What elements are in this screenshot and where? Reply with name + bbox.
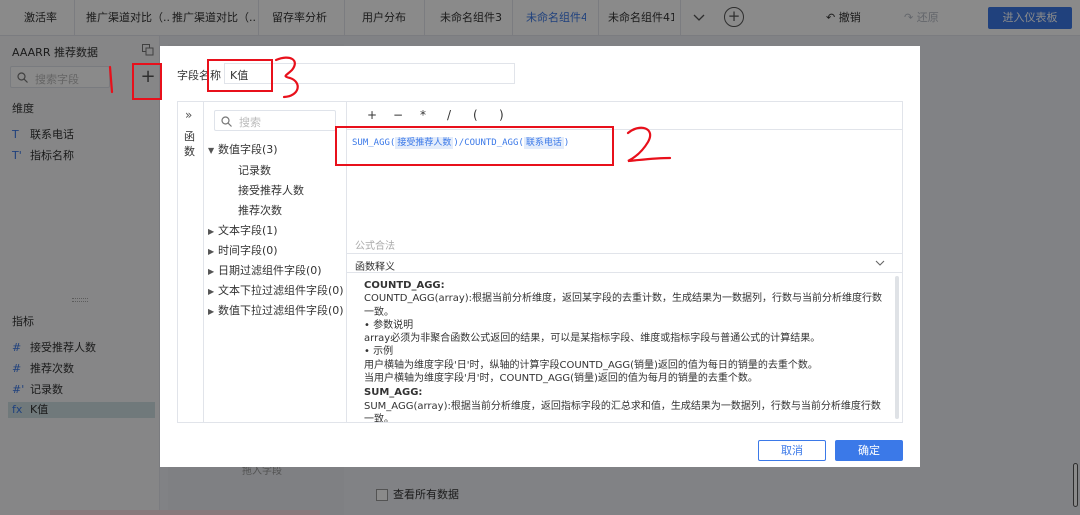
annotation-box-2 xyxy=(335,126,614,166)
function-help-header[interactable]: 函数释义 xyxy=(347,253,902,273)
help-scrollbar[interactable] xyxy=(895,276,899,419)
caret-right-icon: ▶ xyxy=(208,247,215,256)
function-tab-label: 函数 xyxy=(184,130,195,158)
help-text: 用户横轴为维度字段'日'时，纵轴的计算字段COUNTD_AGG(销量)返回的值为… xyxy=(364,359,818,371)
field-list-panel: 搜索 ▼ 数值字段(3) 记录数 接受推荐人数 推荐次数 ▶ 文本字段(1) ▶ 时间… xyxy=(204,102,347,422)
tree-field-item[interactable]: 接受推荐人数 xyxy=(238,182,304,198)
caret-down-icon: ▼ xyxy=(208,146,215,155)
tree-group-label: 数值字段(3) xyxy=(218,143,278,156)
formula-valid-status: 公式合法 xyxy=(355,241,395,252)
caret-right-icon: ▶ xyxy=(208,267,215,276)
tree-group-label: 数值下拉过滤组件字段(0) xyxy=(218,304,344,317)
add-field-dialog: 字段名称 K值 » 函数 搜索 ▼ 数值字段(3) 记录数 接受推荐人数 推荐次数… xyxy=(160,46,920,467)
help-text: • 参数说明 xyxy=(364,319,414,331)
tree-group-text[interactable]: ▶ 文本字段(1) xyxy=(208,222,278,238)
help-text: SUM_AGG(array):根据当前分析维度，返回指标字段的汇总求和值，生成结… xyxy=(364,400,881,422)
right-paren-button[interactable]: ) xyxy=(499,108,504,122)
function-help-title: 函数释义 xyxy=(355,262,395,273)
divide-operator-button[interactable]: / xyxy=(447,108,451,122)
help-text: COUNTD_AGG(array):根据当前分析维度，返回某字段的去重计数，生成… xyxy=(364,293,883,318)
help-text: array必须为非聚合函数公式返回的结果，可以是某指标字段、维度或指标字段与普通… xyxy=(364,333,821,345)
search-placeholder: 搜索 xyxy=(239,116,261,129)
double-chevron-right-icon[interactable]: » xyxy=(185,108,192,122)
multiply-operator-button[interactable]: * xyxy=(420,108,426,122)
annotation-box-3 xyxy=(207,59,273,92)
chevron-down-icon[interactable] xyxy=(875,258,885,268)
confirm-button[interactable]: 确定 xyxy=(835,440,903,461)
tree-group-label: 日期过滤组件字段(0) xyxy=(218,264,322,277)
minus-operator-button[interactable]: − xyxy=(393,108,403,122)
help-text: 当用户横轴为维度字段'月'时，COUNTD_AGG(销量)返回的值为每月的销量的… xyxy=(364,373,758,385)
tree-group-date-filter[interactable]: ▶ 日期过滤组件字段(0) xyxy=(208,262,322,278)
plus-operator-button[interactable]: + xyxy=(367,108,377,122)
tree-group-label: 文本字段(1) xyxy=(218,224,278,237)
function-panel-toggle[interactable]: » 函数 xyxy=(178,102,204,422)
caret-right-icon: ▶ xyxy=(208,307,215,316)
help-text: • 示例 xyxy=(364,346,394,358)
tree-group-number-dropdown-filter[interactable]: ▶ 数值下拉过滤组件字段(0) xyxy=(208,302,344,318)
cancel-button[interactable]: 取消 xyxy=(758,440,826,461)
search-icon xyxy=(221,116,232,127)
caret-right-icon: ▶ xyxy=(208,287,215,296)
left-paren-button[interactable]: ( xyxy=(473,108,478,122)
function-help-body: COUNTD_AGG: COUNTD_AGG(array):根据当前分析维度，返… xyxy=(364,278,884,422)
annotation-box-1 xyxy=(132,63,162,100)
caret-right-icon: ▶ xyxy=(208,227,215,236)
tree-group-label: 文本下拉过滤组件字段(0) xyxy=(218,284,344,297)
tree-group-label: 时间字段(0) xyxy=(218,244,278,257)
tree-group-numeric[interactable]: ▼ 数值字段(3) xyxy=(208,141,278,157)
tree-group-text-dropdown-filter[interactable]: ▶ 文本下拉过滤组件字段(0) xyxy=(208,282,344,298)
tree-field-item[interactable]: 记录数 xyxy=(238,162,271,178)
tree-group-time[interactable]: ▶ 时间字段(0) xyxy=(208,242,278,258)
help-func-heading: COUNTD_AGG: xyxy=(364,280,445,291)
help-func-heading: SUM_AGG: xyxy=(364,387,423,399)
field-search-input[interactable]: 搜索 xyxy=(214,110,336,131)
tree-field-item[interactable]: 推荐次数 xyxy=(238,202,282,218)
